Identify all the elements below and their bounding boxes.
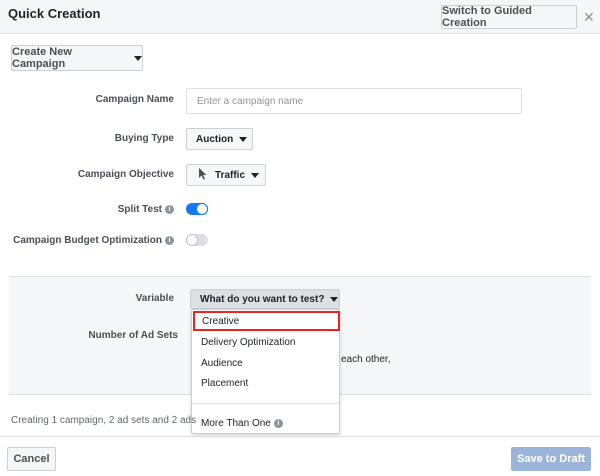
menu-item-more-than-one[interactable]: More Than One i — [192, 414, 339, 432]
helper-text: each other, — [341, 354, 391, 365]
campaign-name-input[interactable]: Enter a campaign name — [186, 88, 522, 114]
dialog-title: Quick Creation — [8, 6, 101, 21]
campaign-name-placeholder: Enter a campaign name — [197, 95, 304, 107]
info-icon[interactable]: i — [165, 204, 174, 214]
creation-summary: Creating 1 campaign, 2 ad sets and 2 ads — [11, 415, 197, 426]
variable-menu: Creative Delivery Optimization Audience … — [191, 309, 340, 434]
toggle-knob — [196, 203, 208, 215]
close-icon[interactable]: ✕ — [583, 10, 595, 24]
budget-optimization-label-row: Campaign Budget Optimization i — [10, 235, 174, 246]
buying-type-dropdown[interactable]: Auction — [186, 128, 253, 150]
campaign-objective-dropdown[interactable]: Traffic — [186, 164, 266, 186]
ad-sets-label: Number of Ad Sets — [88, 330, 178, 341]
campaign-name-label: Campaign Name — [95, 94, 174, 105]
menu-item-creative[interactable]: Creative — [193, 311, 340, 331]
create-campaign-label: Create New Campaign — [12, 46, 72, 70]
footer-divider — [0, 436, 600, 437]
toggle-knob — [186, 234, 198, 246]
caret-down-icon — [134, 55, 142, 61]
save-to-draft-button[interactable]: Save to Draft — [511, 447, 591, 471]
more-than-one-label: More Than One — [201, 417, 271, 429]
menu-item-placement[interactable]: Placement — [192, 374, 339, 392]
buying-type-value: Auction — [196, 133, 234, 145]
dialog-header: Quick Creation Switch to Guided Creation… — [0, 0, 600, 34]
campaign-objective-label: Campaign Objective — [77, 169, 174, 180]
caret-down-icon — [330, 296, 339, 302]
menu-item-audience[interactable]: Audience — [192, 354, 339, 372]
caret-down-icon — [239, 136, 248, 142]
menu-item-delivery-optimization[interactable]: Delivery Optimization — [192, 333, 339, 351]
caret-down-icon — [251, 172, 260, 178]
budget-optimization-toggle[interactable] — [186, 234, 208, 246]
budget-optimization-label: Campaign Budget Optimization — [13, 235, 162, 246]
menu-divider — [192, 403, 339, 404]
variable-label: Variable — [135, 293, 174, 304]
variable-dropdown[interactable]: What do you want to test? — [190, 289, 340, 309]
switch-to-guided-button[interactable]: Switch to Guided Creation — [441, 5, 577, 29]
split-test-toggle[interactable] — [186, 203, 208, 215]
buying-type-label: Buying Type — [114, 133, 174, 144]
split-test-label: Split Test — [117, 204, 162, 215]
cancel-button[interactable]: Cancel — [7, 447, 56, 471]
create-campaign-dropdown[interactable]: Create New Campaign — [11, 45, 143, 71]
cursor-arrow-icon — [198, 167, 207, 183]
campaign-objective-value: Traffic — [215, 169, 246, 181]
variable-placeholder: What do you want to test? — [200, 293, 325, 305]
info-icon[interactable]: i — [165, 235, 174, 245]
split-test-label-row: Split Test i — [60, 204, 174, 215]
info-icon: i — [273, 418, 283, 428]
